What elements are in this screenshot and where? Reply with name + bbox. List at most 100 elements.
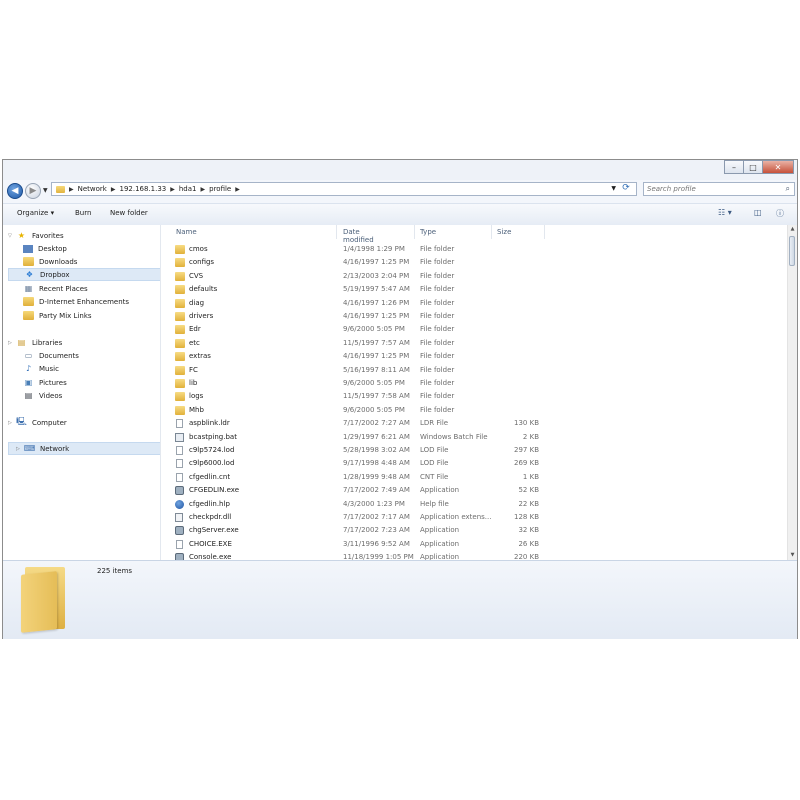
expand-arrow-icon[interactable]: ▷ — [8, 340, 14, 346]
column-divider[interactable] — [336, 225, 337, 239]
column-header-name[interactable]: Name — [176, 228, 197, 236]
chevron-right-icon[interactable]: ▶ — [201, 186, 206, 193]
scroll-down-arrow-icon[interactable]: ▼ — [788, 551, 797, 560]
sidebar-item-videos[interactable]: ▤ Videos — [23, 389, 63, 402]
chevron-right-icon[interactable]: ▶ — [111, 186, 116, 193]
explorer-window: – □ ✕ ◀ ▶ ▼ ▶ Network ▶ 192.168.1.33 ▶ h… — [2, 159, 798, 639]
column-header-size[interactable]: Size — [497, 228, 511, 236]
file-row[interactable]: drivers 4/16/1997 1:25 PM File folder — [171, 310, 541, 323]
help-file-icon — [175, 499, 184, 509]
file-name: cmos — [189, 245, 208, 253]
sidebar-item-documents[interactable]: ▭ Documents — [23, 349, 79, 362]
expand-arrow-icon[interactable]: ▷ — [16, 446, 22, 452]
search-box[interactable]: ⌕ — [643, 182, 795, 196]
expand-arrow-icon[interactable]: ▽ — [8, 233, 14, 239]
file-name: c9lp6000.lod — [189, 459, 235, 468]
file-row[interactable]: CFGEDLIN.exe 7/17/2002 7:49 AM Application… — [171, 484, 541, 497]
file-date-modified: 1/29/1997 6:21 AM — [343, 432, 410, 441]
file-row[interactable]: etc 11/5/1997 7:57 AM File folder — [171, 337, 541, 350]
file-row[interactable]: Mhb 9/6/2000 5:05 PM File folder — [171, 404, 541, 417]
column-divider[interactable] — [544, 225, 545, 239]
search-icon[interactable]: ⌕ — [786, 184, 790, 194]
sidebar-item-desktop[interactable]: Desktop — [23, 242, 67, 255]
address-bar[interactable]: ▶ Network ▶ 192.168.1.33 ▶ hda1 ▶ profil… — [51, 182, 637, 196]
column-header-date-modified[interactable]: Date modified — [343, 228, 374, 244]
sidebar-item-label: Documents — [39, 351, 79, 360]
minimize-button[interactable]: – — [724, 160, 744, 174]
file-row[interactable]: c9lp6000.lod 9/17/1998 4:48 AM LOD File 269… — [171, 457, 541, 470]
file-row[interactable]: CHOICE.EXE 3/11/1996 9:52 AM Application 26… — [171, 538, 541, 551]
file-row[interactable]: cmos 1/4/1998 1:29 PM File folder — [171, 243, 541, 256]
file-row[interactable]: configs 4/16/1997 1:25 PM File folder — [171, 256, 541, 269]
file-row[interactable]: aspblink.ldr 7/17/2002 7:27 AM LDR File 130… — [171, 417, 541, 430]
sidebar-item-dropbox[interactable]: ❖ Dropbox — [8, 268, 161, 281]
file-row[interactable]: cfgedlin.hlp 4/3/2000 1:23 PM Help file 22 … — [171, 498, 541, 511]
folder-icon — [23, 311, 34, 320]
recent-pages-dropdown-icon[interactable]: ▼ — [43, 187, 48, 194]
search-input[interactable] — [647, 185, 772, 193]
file-row[interactable]: FC 5/16/1997 8:11 AM File folder — [171, 364, 541, 377]
sidebar-group-network[interactable]: ▷ ⌨ Network — [8, 442, 161, 455]
sidebar-item-downloads[interactable]: Downloads — [23, 255, 77, 268]
file-row[interactable]: Console.exe 11/18/1999 1:05 PM Application… — [171, 551, 541, 560]
file-row[interactable]: extras 4/16/1997 1:25 PM File folder — [171, 350, 541, 363]
back-button[interactable]: ◀ — [7, 183, 23, 199]
sidebar-group-computer[interactable]: ▷ 🖳 Computer — [8, 416, 67, 429]
breadcrumb-profile[interactable]: profile — [209, 185, 231, 193]
chevron-right-icon[interactable]: ▶ — [170, 186, 175, 193]
file-row[interactable]: lib 9/6/2000 5:05 PM File folder — [171, 377, 541, 390]
file-row[interactable]: CVS 2/13/2003 2:04 PM File folder — [171, 270, 541, 283]
file-row[interactable]: chgServer.exe 7/17/2002 7:23 AM Applicatio… — [171, 524, 541, 537]
close-button[interactable]: ✕ — [762, 160, 794, 174]
view-options-icon[interactable]: ☷ ▾ — [718, 208, 732, 217]
file-type: File folder — [420, 379, 455, 387]
file-date-modified: 5/19/1997 5:47 AM — [343, 285, 410, 294]
new-folder-button[interactable]: New folder — [110, 209, 148, 217]
folder-icon — [175, 379, 185, 388]
vertical-scrollbar[interactable]: ▲ ▼ — [787, 225, 797, 560]
sidebar-item-party-mix-links[interactable]: Party Mix Links — [23, 309, 92, 322]
file-type: Application — [420, 486, 460, 495]
file-name: CVS — [189, 271, 204, 280]
scroll-thumb[interactable] — [789, 236, 795, 266]
burn-button[interactable]: Burn — [75, 209, 91, 217]
file-row[interactable]: bcastping.bat 1/29/1997 6:21 AM Windows Ba… — [171, 431, 541, 444]
breadcrumb-network[interactable]: Network — [78, 185, 107, 193]
star-icon: ★ — [17, 231, 26, 240]
sidebar-item-recent-places[interactable]: ▦ Recent Places — [23, 282, 88, 295]
breadcrumb-hda1[interactable]: hda1 — [179, 185, 197, 193]
help-icon[interactable]: ⓘ — [776, 208, 784, 219]
file-row[interactable]: cfgedlin.cnt 1/28/1999 9:48 AM CNT File 1 K… — [171, 471, 541, 484]
column-header-type[interactable]: Type — [420, 228, 436, 236]
file-size: 26 KB — [518, 539, 539, 548]
breadcrumb-ip[interactable]: 192.168.1.33 — [119, 185, 166, 193]
file-row[interactable]: Edr 9/6/2000 5:05 PM File folder — [171, 323, 541, 336]
forward-button[interactable]: ▶ — [25, 183, 41, 199]
refresh-icon[interactable]: ⟳ — [619, 183, 633, 195]
address-history-dropdown-icon[interactable]: ▼ — [611, 185, 616, 192]
sidebar-group-libraries[interactable]: ▷ ▤ Libraries — [8, 336, 62, 349]
file-row[interactable]: c9lp5724.lod 5/28/1998 3:02 AM LOD File 297… — [171, 444, 541, 457]
file-date-modified: 4/16/1997 1:25 PM — [343, 352, 410, 361]
sidebar-item-d-internet-enhancements[interactable]: D-Internet Enhancements — [23, 295, 129, 308]
file-type: Windows Batch File — [420, 432, 488, 441]
sidebar-item-music[interactable]: ♪ Music — [23, 362, 59, 375]
preview-pane-icon[interactable]: ◫ — [754, 208, 762, 217]
sidebar-item-pictures[interactable]: ▣ Pictures — [23, 376, 67, 389]
scroll-up-arrow-icon[interactable]: ▲ — [788, 225, 797, 234]
file-type: File folder — [420, 298, 455, 307]
folder-icon — [175, 352, 185, 362]
maximize-button[interactable]: □ — [743, 160, 763, 174]
organize-menu-button[interactable]: Organize ▾ — [17, 209, 54, 217]
file-date-modified: 1/4/1998 1:29 PM — [343, 245, 405, 253]
file-row[interactable]: checkpdr.dll 7/17/2002 7:17 AM Application… — [171, 511, 541, 524]
chevron-right-icon[interactable]: ▶ — [235, 186, 240, 193]
sidebar-group-favorites[interactable]: ▽ ★ Favorites — [8, 229, 64, 242]
column-divider[interactable] — [491, 225, 492, 239]
file-row[interactable]: defaults 5/19/1997 5:47 AM File folder — [171, 283, 541, 296]
file-row[interactable]: logs 11/5/1997 7:58 AM File folder — [171, 390, 541, 403]
column-divider[interactable] — [414, 225, 415, 239]
file-row[interactable]: diag 4/16/1997 1:26 PM File folder — [171, 297, 541, 310]
chevron-right-icon[interactable]: ▶ — [69, 186, 74, 193]
expand-arrow-icon[interactable]: ▷ — [8, 420, 14, 426]
